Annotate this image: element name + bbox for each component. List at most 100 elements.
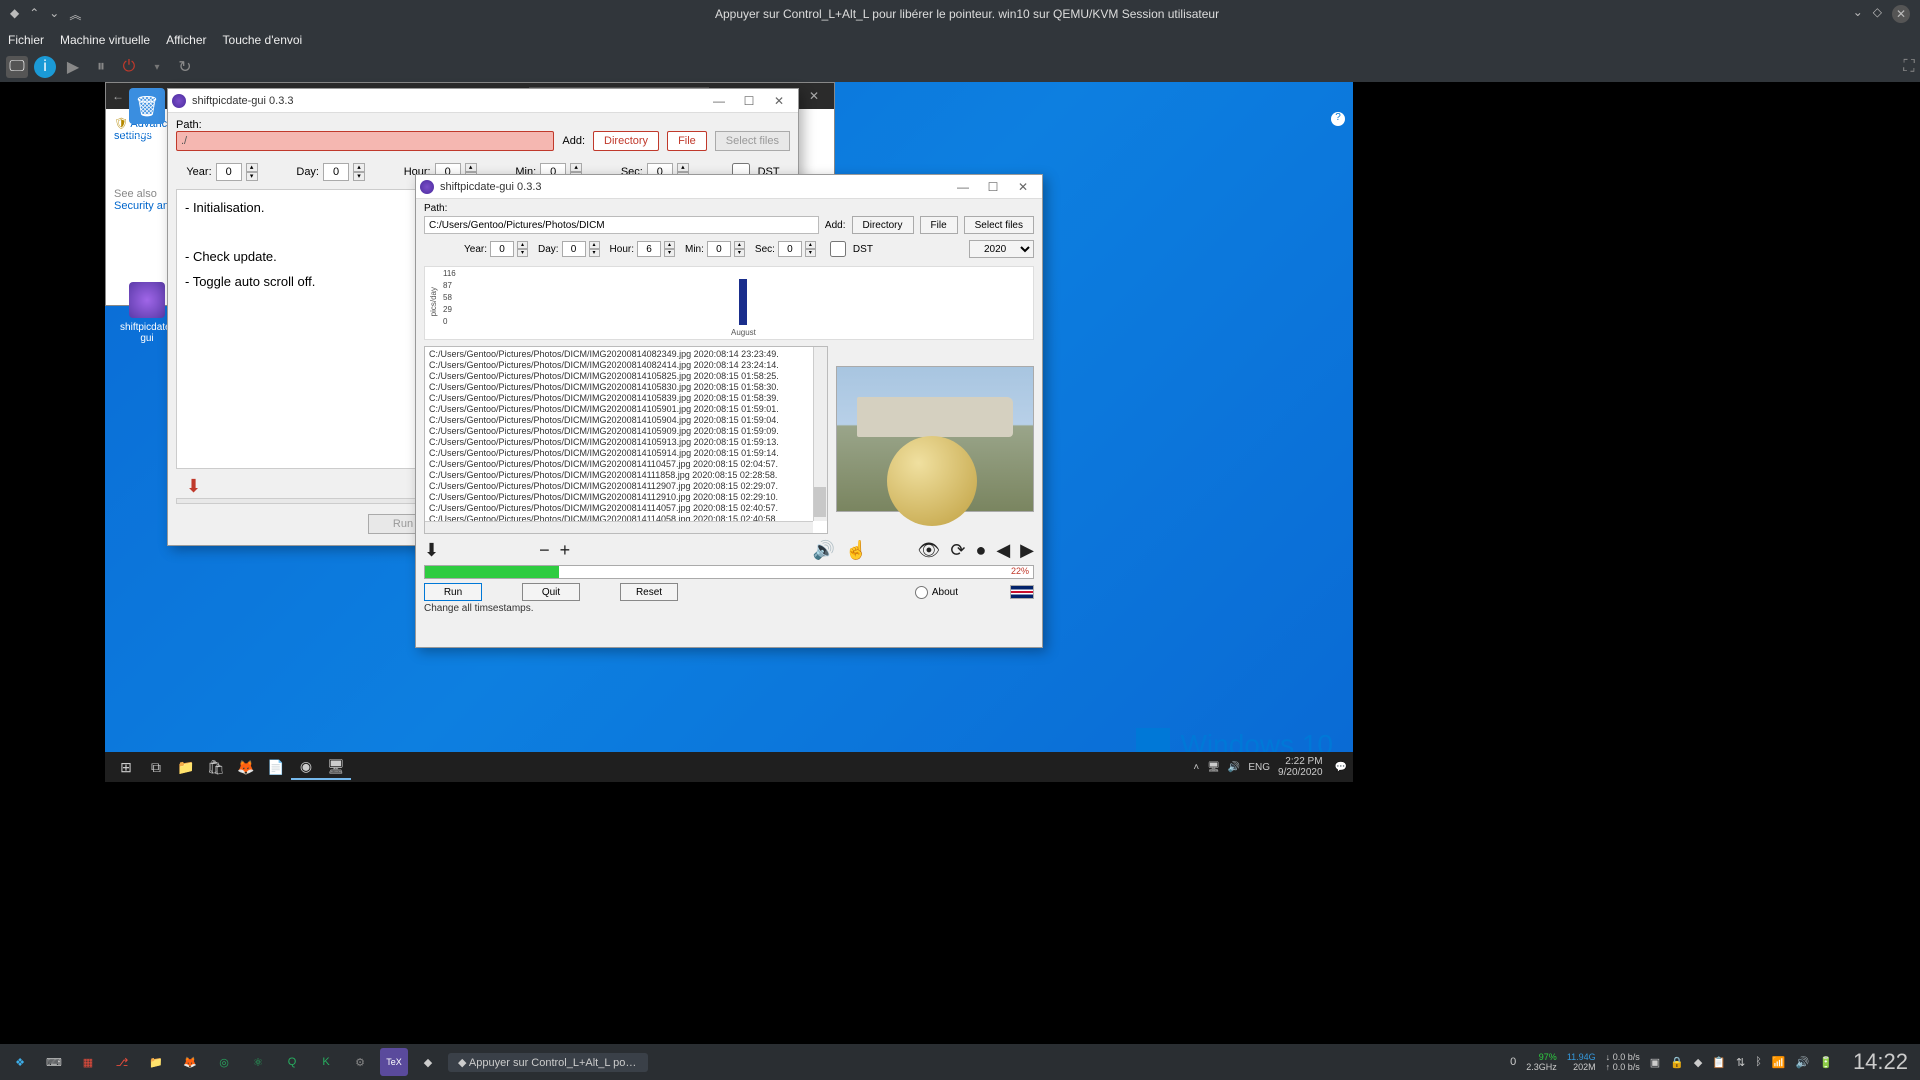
settings-task-icon[interactable]: 🖥 xyxy=(321,754,351,780)
info-icon[interactable]: i xyxy=(34,56,56,78)
sec-input[interactable] xyxy=(778,241,802,257)
year-up[interactable]: ▴ xyxy=(246,163,258,172)
rotate-icon[interactable]: ⟳ xyxy=(950,540,965,561)
kde-launcher-icon[interactable]: ❖ xyxy=(6,1048,34,1076)
w1-close-icon[interactable]: ✕ xyxy=(764,91,794,111)
firefox-host-icon[interactable]: 🦊 xyxy=(176,1048,204,1076)
git-icon[interactable]: ⎇ xyxy=(108,1048,136,1076)
day-up[interactable]: ▴ xyxy=(353,163,365,172)
min-up[interactable]: ▴ xyxy=(570,163,582,172)
quit-button[interactable]: Quit xyxy=(522,583,580,601)
tray-lock-icon[interactable]: 🔒 xyxy=(1670,1056,1684,1069)
menu-display[interactable]: Afficher xyxy=(166,33,206,47)
w2-max-icon[interactable]: ☐ xyxy=(978,177,1008,197)
fullscreen-icon[interactable]: ⛶ xyxy=(1898,56,1920,78)
tray-time[interactable]: 2:22 PM xyxy=(1278,756,1323,767)
file-row[interactable]: C:/Users/Gentoo/Pictures/Photos/DICM/IMG… xyxy=(429,448,823,459)
start-icon[interactable]: ⊞ xyxy=(111,754,141,780)
next-icon[interactable]: ▶ xyxy=(1020,540,1034,561)
refresh-icon[interactable]: ↻ xyxy=(174,56,196,78)
net-widget[interactable]: ↓ 0.0 b/s ↑ 0.0 b/s xyxy=(1606,1052,1640,1072)
min-input[interactable] xyxy=(707,241,731,257)
file-row[interactable]: C:/Users/Gentoo/Pictures/Photos/DICM/IMG… xyxy=(429,437,823,448)
hour-input[interactable] xyxy=(637,241,661,257)
record-icon[interactable]: ● xyxy=(975,540,986,561)
close-sys-icon[interactable]: ✕ xyxy=(800,89,828,103)
file-list[interactable]: C:/Users/Gentoo/Pictures/Photos/DICM/IMG… xyxy=(424,346,828,534)
grid-icon[interactable]: ▦ xyxy=(74,1048,102,1076)
double-chevron-up-icon[interactable]: ︽ xyxy=(69,6,81,23)
day-down[interactable]: ▾ xyxy=(353,172,365,181)
tray-clip-icon[interactable]: 📋 xyxy=(1712,1056,1726,1069)
w2-min-icon[interactable]: — xyxy=(948,177,978,197)
guest-desktop[interactable]: 🗑 Recycle Bin shiftpicdate-gui ← → ↑ ⟳ 🔍… xyxy=(105,82,1353,782)
host-panel[interactable]: ❖ ⌨ ▦ ⎇ 📁 🦊 ◎ ⚛ Q K ⚙ TeX ◆ ◆ Appuyer su… xyxy=(0,1044,1920,1080)
pause-icon[interactable]: ⏸ xyxy=(90,56,112,78)
play-icon[interactable]: ▶ xyxy=(62,56,84,78)
host-clock[interactable]: 14:22 xyxy=(1853,1049,1908,1075)
dst-checkbox[interactable]: DST xyxy=(826,241,873,257)
reset-button[interactable]: Reset xyxy=(620,583,678,601)
year-combo[interactable]: 2020 xyxy=(969,240,1034,258)
scrollbar-thumb[interactable] xyxy=(814,487,826,517)
shiftpicdate-window-2[interactable]: shiftpicdate-gui 0.3.3 — ☐ ✕ Path: Add: … xyxy=(415,174,1043,648)
guest-taskbar[interactable]: ⊞ ⧉ 📁 🛍 🦊 📄 ◉ 🖥 ˄ 🖥 🔊 ENG 2:22 PM 9/20/2… xyxy=(105,752,1353,782)
day-input[interactable] xyxy=(323,163,349,181)
gear-icon[interactable]: ⚙ xyxy=(346,1048,374,1076)
menu-vm[interactable]: Machine virtuelle xyxy=(60,33,150,47)
store-icon[interactable]: 🛍 xyxy=(201,754,231,780)
file-row[interactable]: C:/Users/Gentoo/Pictures/Photos/DICM/IMG… xyxy=(429,459,823,470)
file-row[interactable]: C:/Users/Gentoo/Pictures/Photos/DICM/IMG… xyxy=(429,492,823,503)
tray-bt-icon[interactable]: ᛒ xyxy=(1755,1056,1762,1068)
file-row[interactable]: C:/Users/Gentoo/Pictures/Photos/DICM/IMG… xyxy=(429,470,823,481)
file-row[interactable]: C:/Users/Gentoo/Pictures/Photos/DICM/IMG… xyxy=(429,404,823,415)
scrollbar-vertical[interactable] xyxy=(813,347,827,521)
file-row[interactable]: C:/Users/Gentoo/Pictures/Photos/DICM/IMG… xyxy=(429,415,823,426)
chrome-icon[interactable]: ◎ xyxy=(210,1048,238,1076)
power-icon[interactable]: ⏻ xyxy=(118,56,140,78)
minimize-icon[interactable]: ⌄ xyxy=(1853,5,1863,23)
year-input[interactable] xyxy=(216,163,242,181)
file-row[interactable]: C:/Users/Gentoo/Pictures/Photos/DICM/IMG… xyxy=(429,481,823,492)
tray-date[interactable]: 9/20/2020 xyxy=(1278,767,1323,778)
tray-volume-icon[interactable]: 🔊 xyxy=(1228,762,1240,773)
hand-icon[interactable]: ☝ xyxy=(845,540,867,561)
file-row[interactable]: C:/Users/Gentoo/Pictures/Photos/DICM/IMG… xyxy=(429,393,823,404)
tray-notifications-icon[interactable]: 💬 xyxy=(1335,762,1347,773)
menu-sendkey[interactable]: Touche d'envoi xyxy=(223,33,303,47)
menu-file[interactable]: Fichier xyxy=(8,33,44,47)
firefox-icon[interactable]: 🦊 xyxy=(231,754,261,780)
cpu-widget-1[interactable]: 97% 2.3GHz xyxy=(1526,1052,1557,1072)
year-input[interactable] xyxy=(490,241,514,257)
tray-lang[interactable]: ENG xyxy=(1248,762,1270,773)
chip-icon[interactable]: ▣ xyxy=(1650,1056,1660,1069)
files-icon[interactable]: 📁 xyxy=(142,1048,170,1076)
monitor-icon[interactable]: 🖵 xyxy=(6,56,28,78)
select-files-button[interactable]: Select files xyxy=(715,131,790,151)
vm-mgr-icon[interactable]: ◆ xyxy=(414,1048,442,1076)
tray-monitor-icon[interactable]: 🖥 xyxy=(1207,762,1220,773)
directory-button[interactable]: Directory xyxy=(852,216,914,234)
file-row[interactable]: C:/Users/Gentoo/Pictures/Photos/DICM/IMG… xyxy=(429,382,823,393)
app-task-icon[interactable]: ◉ xyxy=(291,754,321,780)
flag-uk-icon[interactable] xyxy=(1010,585,1034,599)
scroll-bottom-icon[interactable]: ⬇ xyxy=(424,540,439,561)
maximize-icon[interactable]: ◇ xyxy=(1873,5,1882,23)
w1-min-icon[interactable]: — xyxy=(704,91,734,111)
tray-batt-icon[interactable]: 🔋 xyxy=(1819,1056,1833,1069)
file-row[interactable]: C:/Users/Gentoo/Pictures/Photos/DICM/IMG… xyxy=(429,349,823,360)
file-button[interactable]: File xyxy=(667,131,707,151)
tray-chevron-icon[interactable]: ˄ xyxy=(1193,762,1199,773)
zoom-in-icon[interactable]: + xyxy=(560,540,571,561)
w1-max-icon[interactable]: ☐ xyxy=(734,91,764,111)
scroll-bottom-icon[interactable]: ⬇ xyxy=(186,476,201,497)
day-input[interactable] xyxy=(562,241,586,257)
help-icon[interactable]: ? xyxy=(1331,112,1345,126)
atom-icon[interactable]: ⚛ xyxy=(244,1048,272,1076)
scrollbar-horizontal[interactable] xyxy=(425,521,813,533)
explorer-icon[interactable]: 📁 xyxy=(171,754,201,780)
tex-icon[interactable]: TeX xyxy=(380,1048,408,1076)
task-item[interactable]: ◆ Appuyer sur Control_L+Alt_L pour… xyxy=(448,1053,648,1072)
eye-icon[interactable]: 👁 xyxy=(917,540,940,561)
path-input[interactable] xyxy=(176,131,554,151)
